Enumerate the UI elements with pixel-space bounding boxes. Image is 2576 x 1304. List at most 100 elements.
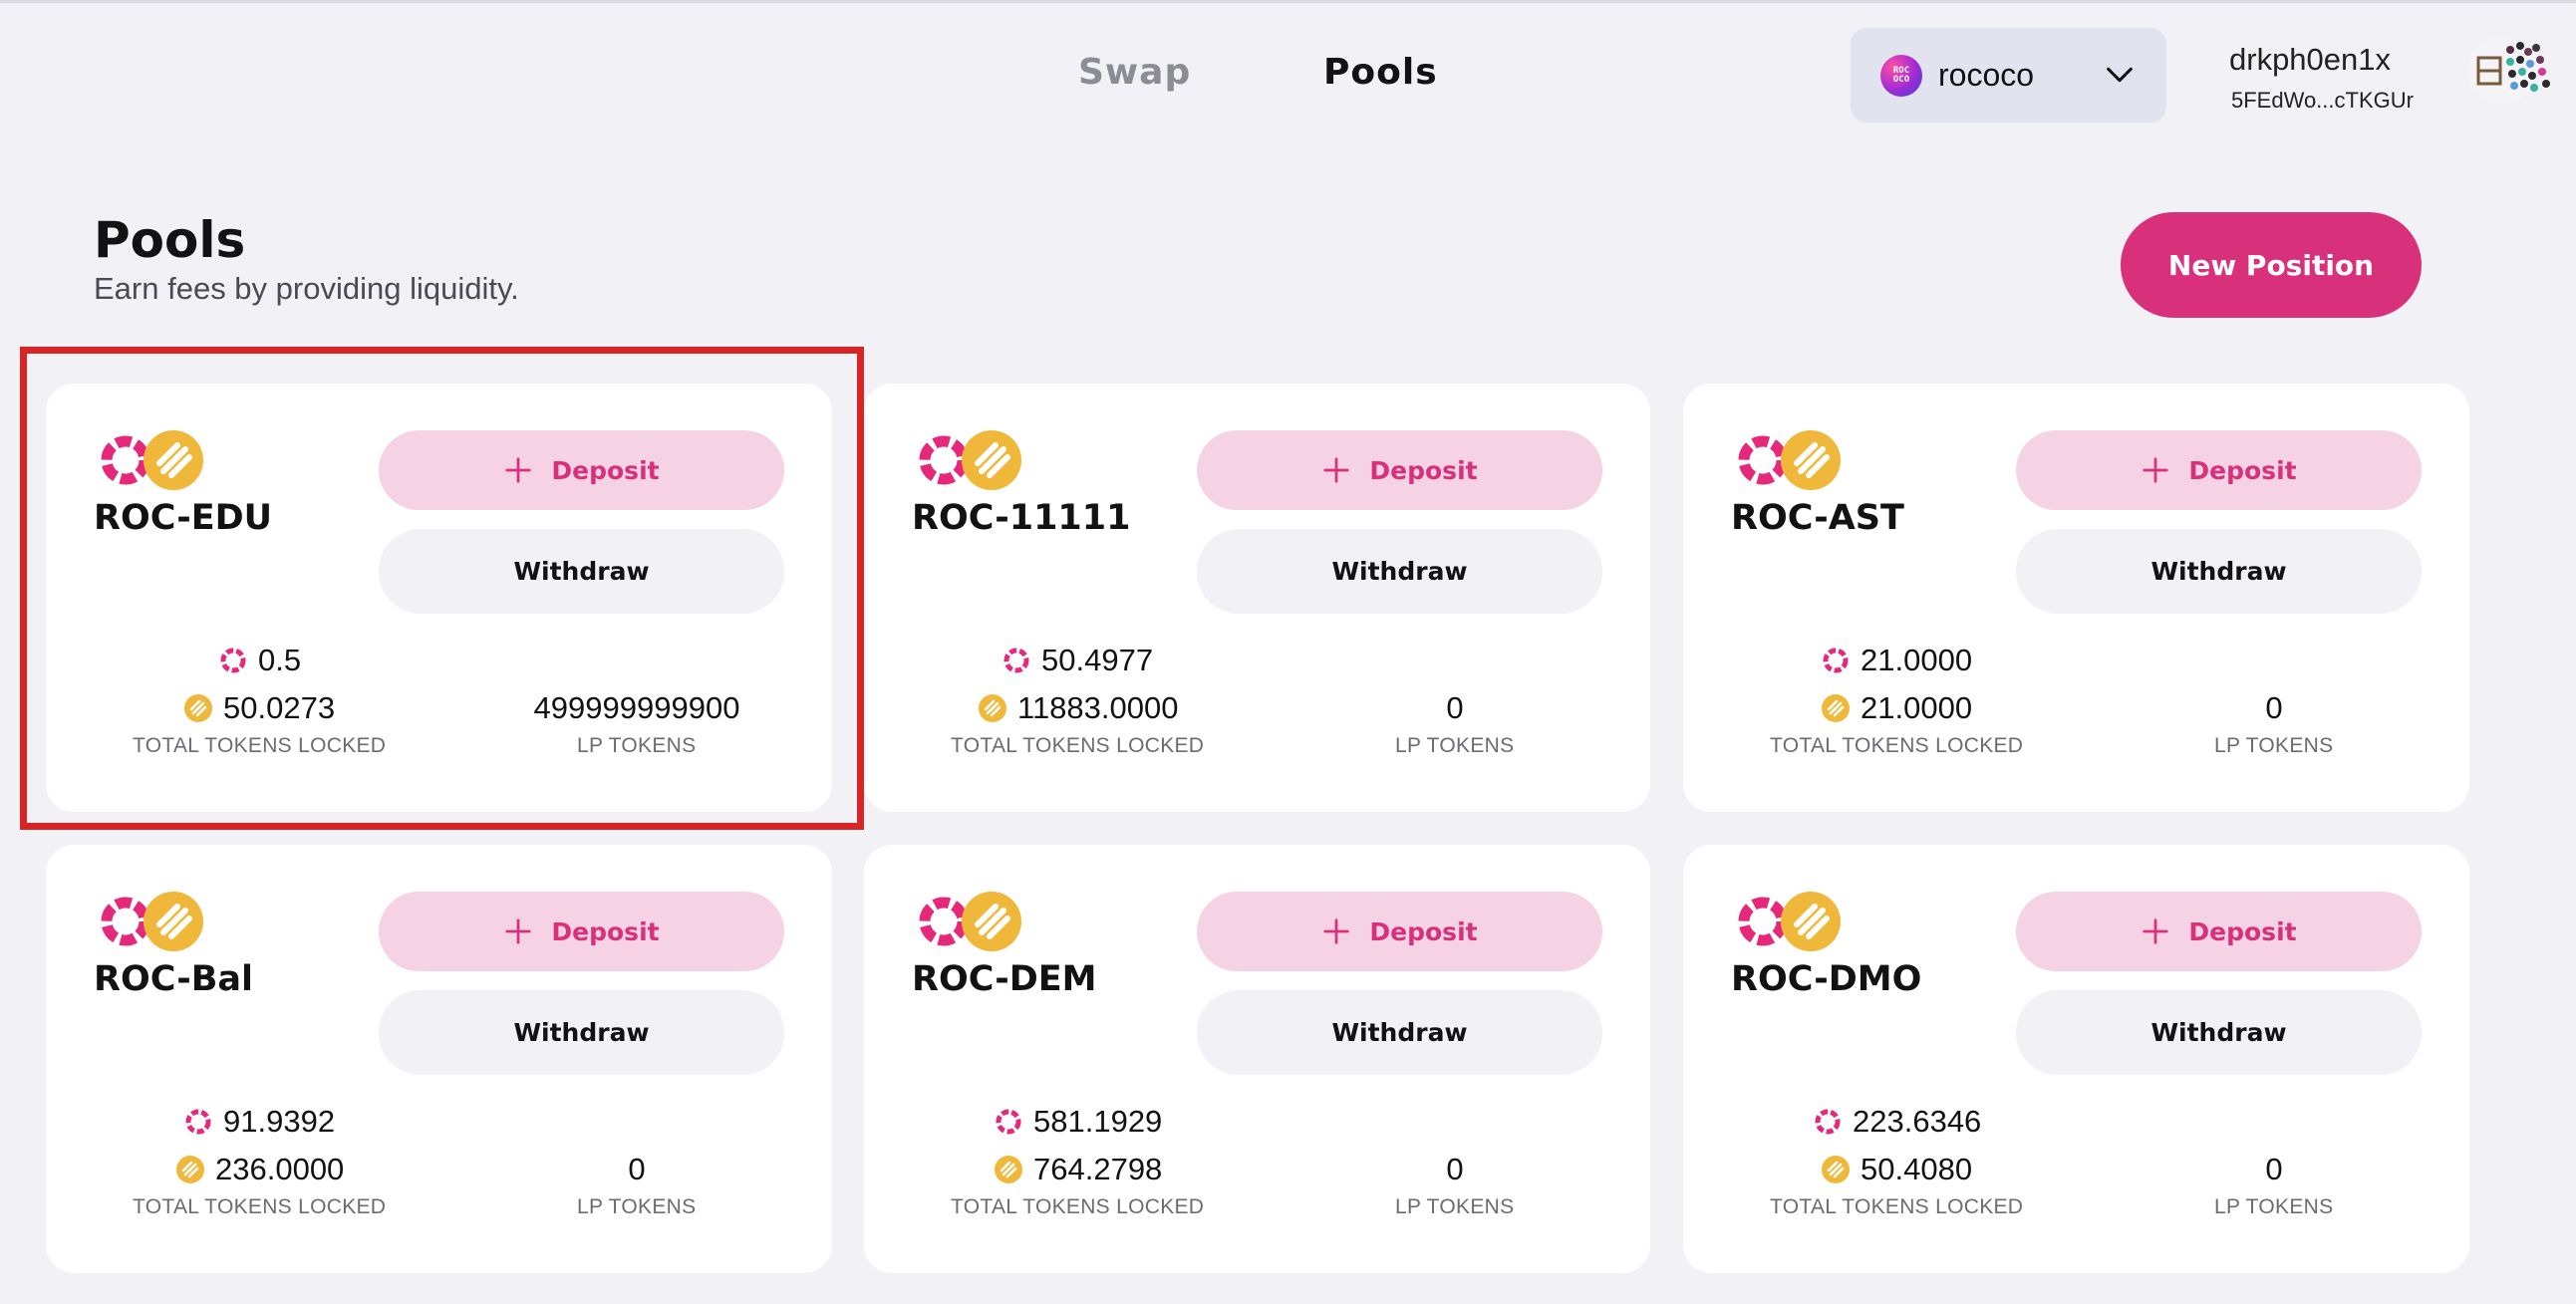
- deposit-label: Deposit: [1369, 455, 1478, 485]
- roc-token-icon: [1003, 648, 1029, 673]
- pool-pair-name: ROC-DEM: [912, 959, 1097, 999]
- token-a-amount: 91.9392: [223, 1104, 336, 1139]
- rococo-logo-icon: ROC OCO: [1880, 54, 1922, 97]
- roc-token-icon: [1823, 648, 1849, 673]
- lp-tokens-label: LP TOKENS: [1395, 1195, 1515, 1218]
- token-a-amount-row: 0.5: [218, 643, 301, 678]
- lp-tokens-value: 0: [628, 1152, 646, 1186]
- asset-token-icon: [1822, 1156, 1850, 1183]
- plus-icon: [505, 918, 532, 944]
- pool-card-roc-edu: ROC-EDU Deposit Withdraw 0.5 50.0273 TOT…: [46, 384, 832, 812]
- lp-tokens-label: LP TOKENS: [577, 1195, 697, 1218]
- asset-token-icon: [1822, 694, 1850, 722]
- pool-pair-name: ROC-11111: [912, 498, 1131, 538]
- total-tokens-locked-label: TOTAL TOKENS LOCKED: [1770, 1195, 2024, 1218]
- roc-token-icon: [919, 897, 969, 946]
- token-b-amount: 764.2798: [1033, 1152, 1163, 1186]
- chevron-down-icon: [2107, 67, 2133, 83]
- pool-card-roc-dem: ROC-DEM Deposit Withdraw 581.1929 764.27…: [864, 845, 1650, 1273]
- lp-tokens-value: 0: [1446, 690, 1464, 725]
- token-b-amount: 236.0000: [215, 1152, 345, 1186]
- network-selector[interactable]: ROC OCO rococo: [1851, 28, 2166, 123]
- roc-token-icon: [1738, 897, 1788, 946]
- deposit-button[interactable]: Deposit: [2016, 892, 2422, 971]
- plus-icon: [1323, 918, 1350, 944]
- deposit-label: Deposit: [551, 455, 660, 485]
- deposit-label: Deposit: [1369, 916, 1478, 946]
- lp-tokens-value: 0: [2265, 1152, 2283, 1186]
- page-subtitle: Earn fees by providing liquidity.: [94, 271, 519, 306]
- asset-token-icon: [979, 694, 1006, 722]
- plus-icon: [1323, 457, 1350, 483]
- pool-pair-name: ROC-Bal: [94, 959, 254, 999]
- pool-card-roc-bal: ROC-Bal Deposit Withdraw 91.9392 236.000…: [46, 845, 832, 1273]
- token-b-amount: 11883.0000: [1017, 690, 1179, 725]
- account-name[interactable]: drkph0en1x: [2229, 42, 2391, 78]
- token-pair-icon: [1738, 430, 1841, 490]
- token-a-amount: 223.6346: [1853, 1104, 1982, 1139]
- token-b-amount-row: 21.0000: [1821, 690, 1972, 726]
- pool-card-roc-11111: ROC-11111 Deposit Withdraw 50.4977 11883…: [864, 384, 1650, 812]
- token-a-amount: 581.1929: [1033, 1104, 1163, 1139]
- withdraw-button[interactable]: Withdraw: [2016, 990, 2422, 1075]
- token-b-amount: 50.0273: [223, 690, 336, 725]
- total-tokens-locked-label: TOTAL TOKENS LOCKED: [1770, 734, 2024, 757]
- total-tokens-locked-label: TOTAL TOKENS LOCKED: [133, 1195, 387, 1218]
- deposit-label: Deposit: [551, 916, 660, 946]
- token-b-amount: 21.0000: [1860, 690, 1973, 725]
- asset-token-icon: [1781, 430, 1841, 490]
- asset-token-icon: [143, 430, 203, 490]
- roc-token-icon: [919, 435, 969, 485]
- token-a-amount: 21.0000: [1860, 643, 1973, 677]
- pool-pair-name: ROC-DMO: [1731, 959, 1922, 999]
- roc-token-icon: [185, 1109, 211, 1135]
- pool-card-roc-dmo: ROC-DMO Deposit Withdraw 223.6346 50.408…: [1683, 845, 2469, 1273]
- asset-token-icon: [995, 1156, 1022, 1183]
- token-a-amount-row: 21.0000: [1821, 643, 1972, 678]
- deposit-button[interactable]: Deposit: [1197, 892, 1602, 971]
- lp-tokens-label: LP TOKENS: [2214, 734, 2334, 757]
- roc-token-icon: [1738, 435, 1788, 485]
- page-title: Pools: [94, 211, 246, 269]
- token-b-amount-row: 764.2798: [994, 1152, 1162, 1187]
- account-avatar[interactable]: [2466, 36, 2562, 106]
- deposit-button[interactable]: Deposit: [2016, 430, 2422, 510]
- token-pair-icon: [919, 892, 1021, 951]
- total-tokens-locked-label: TOTAL TOKENS LOCKED: [951, 1195, 1205, 1218]
- roc-token-icon: [101, 435, 150, 485]
- deposit-button[interactable]: Deposit: [1197, 430, 1602, 510]
- plus-icon: [2143, 918, 2169, 944]
- token-a-amount-row: 223.6346: [1813, 1104, 1981, 1140]
- token-b-amount-row: 11883.0000: [978, 690, 1178, 726]
- nav-tab-swap[interactable]: Swap: [1078, 52, 1191, 93]
- withdraw-button[interactable]: Withdraw: [2016, 529, 2422, 614]
- token-b-amount: 50.4080: [1860, 1152, 1973, 1186]
- roc-token-icon: [220, 648, 246, 673]
- token-a-amount-row: 50.4977: [1002, 643, 1153, 678]
- lp-tokens-value: 0: [2265, 690, 2283, 725]
- roc-token-icon: [101, 897, 150, 946]
- withdraw-button[interactable]: Withdraw: [379, 990, 784, 1075]
- withdraw-button[interactable]: Withdraw: [1197, 529, 1602, 614]
- token-pair-icon: [101, 892, 203, 951]
- withdraw-button[interactable]: Withdraw: [379, 529, 784, 614]
- token-b-amount-row: 50.4080: [1821, 1152, 1972, 1187]
- total-tokens-locked-label: TOTAL TOKENS LOCKED: [951, 734, 1205, 757]
- nav-tab-pools[interactable]: Pools: [1323, 52, 1438, 93]
- asset-token-icon: [1781, 892, 1841, 951]
- asset-token-icon: [143, 892, 203, 951]
- deposit-button[interactable]: Deposit: [379, 430, 784, 510]
- pool-card-roc-ast: ROC-AST Deposit Withdraw 21.0000 21.0000: [1683, 384, 2469, 812]
- top-divider: [0, 0, 2576, 3]
- token-pair-icon: [101, 430, 203, 490]
- asset-token-icon: [962, 430, 1021, 490]
- withdraw-button[interactable]: Withdraw: [1197, 990, 1602, 1075]
- token-a-amount: 50.4977: [1041, 643, 1154, 677]
- new-position-button[interactable]: New Position: [2121, 212, 2422, 318]
- deposit-button[interactable]: Deposit: [379, 892, 784, 971]
- roc-token-icon: [1815, 1109, 1841, 1135]
- account-address[interactable]: 5FEdWo...cTKGUr: [2231, 88, 2414, 114]
- plus-icon: [505, 457, 532, 483]
- deposit-label: Deposit: [2188, 916, 2297, 946]
- token-b-amount-row: 236.0000: [175, 1152, 344, 1187]
